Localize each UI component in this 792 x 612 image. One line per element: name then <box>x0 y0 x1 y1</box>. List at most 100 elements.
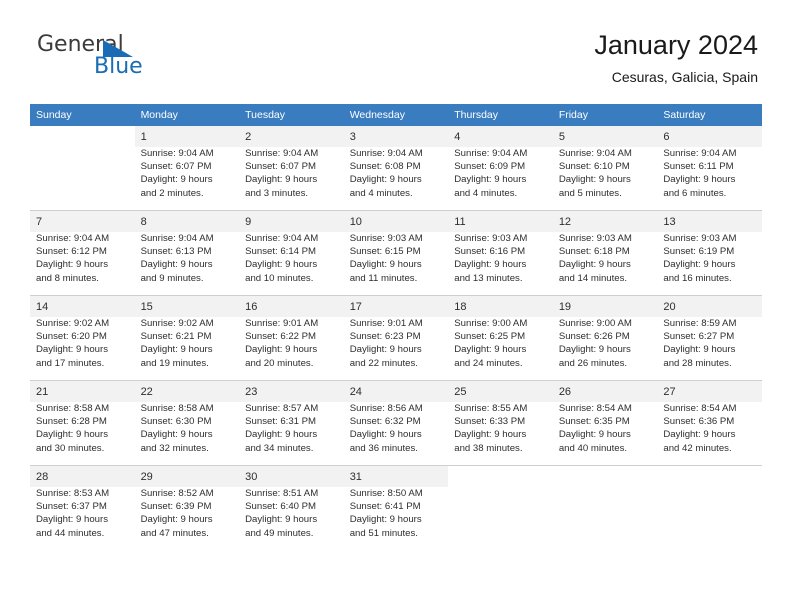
daylight-text-line1: Daylight: 9 hours <box>140 429 213 441</box>
calendar-day-cell[interactable]: 12 Sunrise: 9:03 AM Sunset: 6:18 PM Dayligh… <box>552 210 658 296</box>
calendar-day-cell[interactable]: 28 Sunrise: 8:53 AM Sunset: 6:37 PM Dayligh… <box>30 465 135 550</box>
calendar-day-cell[interactable]: 10 Sunrise: 9:03 AM Sunset: 6:15 PM Dayligh… <box>343 210 449 296</box>
sunrise-text: Sunrise: 9:03 AM <box>558 233 632 244</box>
day-cell-inner: 15 Sunrise: 9:02 AM Sunset: 6:21 PM Dayligh… <box>134 296 240 380</box>
day-cell-content <box>36 126 129 134</box>
daylight-text-line2: and 38 minutes. <box>454 442 523 454</box>
calendar-day-cell[interactable]: 9 Sunrise: 9:04 AM Sunset: 6:14 PM Daylight… <box>239 210 344 296</box>
sunset-text: Sunset: 6:15 PM <box>349 246 421 258</box>
daylight-text-line1: Daylight: 9 hours <box>349 344 422 356</box>
calendar-day-cell[interactable]: 21 Sunrise: 8:58 AM Sunset: 6:28 PM Dayligh… <box>30 380 135 466</box>
day-cell-inner: 23 Sunrise: 8:57 AM Sunset: 6:31 PM Dayligh… <box>239 381 344 465</box>
daylight-text-line2: and 44 minutes. <box>36 527 105 539</box>
calendar-day-cell[interactable]: 30 Sunrise: 8:51 AM Sunset: 6:40 PM Dayligh… <box>239 465 344 550</box>
day-cell-inner: 29 Sunrise: 8:52 AM Sunset: 6:39 PM Dayligh… <box>134 466 240 550</box>
day-cell-content: 9 Sunrise: 9:04 AM Sunset: 6:14 PM Daylight… <box>245 211 338 285</box>
sunrise-text: Sunrise: 9:01 AM <box>245 318 319 329</box>
calendar-day-cell[interactable]: 1 Sunrise: 9:04 AM Sunset: 6:07 PM Daylight… <box>134 126 240 211</box>
day-cell-inner: 28 Sunrise: 8:53 AM Sunset: 6:37 PM Dayligh… <box>30 466 135 550</box>
sunset-text: Sunset: 6:33 PM <box>454 416 526 428</box>
calendar-day-cell[interactable]: 8 Sunrise: 9:04 AM Sunset: 6:13 PM Daylight… <box>134 210 240 296</box>
sunset-text: Sunset: 6:12 PM <box>36 246 107 258</box>
sunrise-text: Sunrise: 9:04 AM <box>36 233 110 244</box>
calendar-day-cell[interactable]: 11 Sunrise: 9:03 AM Sunset: 6:16 PM Dayligh… <box>448 210 553 296</box>
calendar-day-cell[interactable]: 13 Sunrise: 9:03 AM Sunset: 6:19 PM Dayligh… <box>657 210 762 296</box>
sunrise-text: Sunrise: 9:03 AM <box>454 233 528 244</box>
calendar-day-cell[interactable]: 16 Sunrise: 9:01 AM Sunset: 6:22 PM Dayligh… <box>239 295 344 381</box>
daylight-text-line1: Daylight: 9 hours <box>245 174 318 186</box>
weekday-header-saturday: Saturday <box>657 104 762 126</box>
sunset-text: Sunset: 6:25 PM <box>454 331 526 343</box>
day-number: 25 <box>454 386 467 398</box>
calendar-day-cell[interactable]: 2 Sunrise: 9:04 AM Sunset: 6:07 PM Daylight… <box>239 126 344 211</box>
daylight-text-line2: and 36 minutes. <box>349 442 418 454</box>
sunset-text: Sunset: 6:36 PM <box>663 416 735 428</box>
weekday-header-monday: Monday <box>134 104 240 126</box>
sunset-text: Sunset: 6:21 PM <box>140 331 212 343</box>
day-cell-inner: 27 Sunrise: 8:54 AM Sunset: 6:36 PM Dayligh… <box>657 381 762 465</box>
daylight-text-line1: Daylight: 9 hours <box>454 344 527 356</box>
sunset-text: Sunset: 6:07 PM <box>245 161 317 173</box>
calendar-day-cell[interactable]: 14 Sunrise: 9:02 AM Sunset: 6:20 PM Dayligh… <box>30 295 135 381</box>
calendar-day-cell[interactable]: 17 Sunrise: 9:01 AM Sunset: 6:23 PM Dayligh… <box>343 295 449 381</box>
day-cell-inner: 1 Sunrise: 9:04 AM Sunset: 6:07 PM Daylight… <box>134 126 240 210</box>
day-cell-inner: 7 Sunrise: 9:04 AM Sunset: 6:12 PM Daylight… <box>30 211 135 295</box>
calendar-day-cell-empty <box>30 126 135 211</box>
daylight-text-line1: Daylight: 9 hours <box>245 344 318 356</box>
calendar-day-cell[interactable]: 3 Sunrise: 9:04 AM Sunset: 6:08 PM Daylight… <box>343 126 449 211</box>
calendar-day-cell[interactable]: 27 Sunrise: 8:54 AM Sunset: 6:36 PM Dayligh… <box>657 380 762 466</box>
calendar-day-cell[interactable]: 18 Sunrise: 9:00 AM Sunset: 6:25 PM Dayligh… <box>448 295 553 381</box>
daylight-text-line1: Daylight: 9 hours <box>245 259 318 271</box>
daylight-text-line2: and 34 minutes. <box>245 442 314 454</box>
calendar-day-cell[interactable]: 20 Sunrise: 8:59 AM Sunset: 6:27 PM Dayligh… <box>657 295 762 381</box>
daylight-text-line1: Daylight: 9 hours <box>140 514 213 526</box>
daylight-text-line1: Daylight: 9 hours <box>558 344 631 356</box>
daylight-text-line2: and 30 minutes. <box>36 442 105 454</box>
calendar-day-cell[interactable]: 25 Sunrise: 8:55 AM Sunset: 6:33 PM Dayligh… <box>448 380 553 466</box>
day-cell-content: 14 Sunrise: 9:02 AM Sunset: 6:20 PM Dayligh… <box>36 296 129 370</box>
calendar-day-cell[interactable]: 7 Sunrise: 9:04 AM Sunset: 6:12 PM Daylight… <box>30 210 135 296</box>
day-cell-inner: 22 Sunrise: 8:58 AM Sunset: 6:30 PM Dayligh… <box>134 381 240 465</box>
sunrise-text: Sunrise: 8:58 AM <box>140 403 214 414</box>
weekday-header-friday: Friday <box>552 104 658 126</box>
calendar-day-cell[interactable]: 6 Sunrise: 9:04 AM Sunset: 6:11 PM Daylight… <box>657 126 762 211</box>
calendar-day-cell[interactable]: 4 Sunrise: 9:04 AM Sunset: 6:09 PM Daylight… <box>448 126 553 211</box>
day-cell-content: 29 Sunrise: 8:52 AM Sunset: 6:39 PM Dayligh… <box>141 466 234 540</box>
calendar-day-cell-empty <box>448 465 553 550</box>
day-number: 5 <box>558 131 565 143</box>
daylight-text-line1: Daylight: 9 hours <box>663 174 736 186</box>
calendar-day-cell[interactable]: 24 Sunrise: 8:56 AM Sunset: 6:32 PM Dayligh… <box>343 380 449 466</box>
sunset-text: Sunset: 6:32 PM <box>349 416 421 428</box>
sunrise-text: Sunrise: 8:55 AM <box>454 403 528 414</box>
calendar-header-row: Sunday Monday Tuesday Wednesday Thursday… <box>30 104 762 126</box>
calendar-day-cell[interactable]: 19 Sunrise: 9:00 AM Sunset: 6:26 PM Dayligh… <box>552 295 658 381</box>
day-cell-content: 27 Sunrise: 8:54 AM Sunset: 6:36 PM Dayligh… <box>663 381 756 455</box>
calendar-day-cell[interactable]: 5 Sunrise: 9:04 AM Sunset: 6:10 PM Daylight… <box>552 126 658 211</box>
general-blue-logo[interactable]: General Blue <box>34 32 254 90</box>
day-number <box>454 466 547 474</box>
day-cell-inner: 8 Sunrise: 9:04 AM Sunset: 6:13 PM Daylight… <box>134 211 240 295</box>
sunset-text: Sunset: 6:18 PM <box>558 246 630 258</box>
day-cell-content: 28 Sunrise: 8:53 AM Sunset: 6:37 PM Dayligh… <box>36 466 129 540</box>
day-number: 1 <box>140 131 147 143</box>
day-number: 4 <box>454 131 461 143</box>
sunset-text: Sunset: 6:35 PM <box>558 416 630 428</box>
calendar-day-cell[interactable]: 22 Sunrise: 8:58 AM Sunset: 6:30 PM Dayligh… <box>134 380 240 466</box>
calendar-day-cell[interactable]: 31 Sunrise: 8:50 AM Sunset: 6:41 PM Dayligh… <box>343 465 449 550</box>
calendar-day-cell[interactable]: 29 Sunrise: 8:52 AM Sunset: 6:39 PM Dayligh… <box>134 465 240 550</box>
day-cell-inner: 21 Sunrise: 8:58 AM Sunset: 6:28 PM Dayligh… <box>30 381 135 465</box>
day-cell-content: 8 Sunrise: 9:04 AM Sunset: 6:13 PM Daylight… <box>141 211 234 285</box>
day-number: 26 <box>558 386 572 398</box>
calendar-day-cell[interactable]: 15 Sunrise: 9:02 AM Sunset: 6:21 PM Dayligh… <box>134 295 240 381</box>
day-cell-content <box>454 466 547 474</box>
day-number: 15 <box>140 301 153 313</box>
sunrise-text: Sunrise: 9:02 AM <box>140 318 214 329</box>
calendar-day-cell[interactable]: 23 Sunrise: 8:57 AM Sunset: 6:31 PM Dayligh… <box>239 380 344 466</box>
daylight-text-line2: and 4 minutes. <box>349 187 413 199</box>
day-cell-inner <box>553 466 658 550</box>
daylight-text-line2: and 40 minutes. <box>558 442 628 454</box>
calendar-day-cell[interactable]: 26 Sunrise: 8:54 AM Sunset: 6:35 PM Dayligh… <box>552 380 658 466</box>
sunrise-text: Sunrise: 8:56 AM <box>349 403 423 414</box>
daylight-text-line1: Daylight: 9 hours <box>558 174 631 186</box>
sunset-text: Sunset: 6:20 PM <box>36 331 107 343</box>
